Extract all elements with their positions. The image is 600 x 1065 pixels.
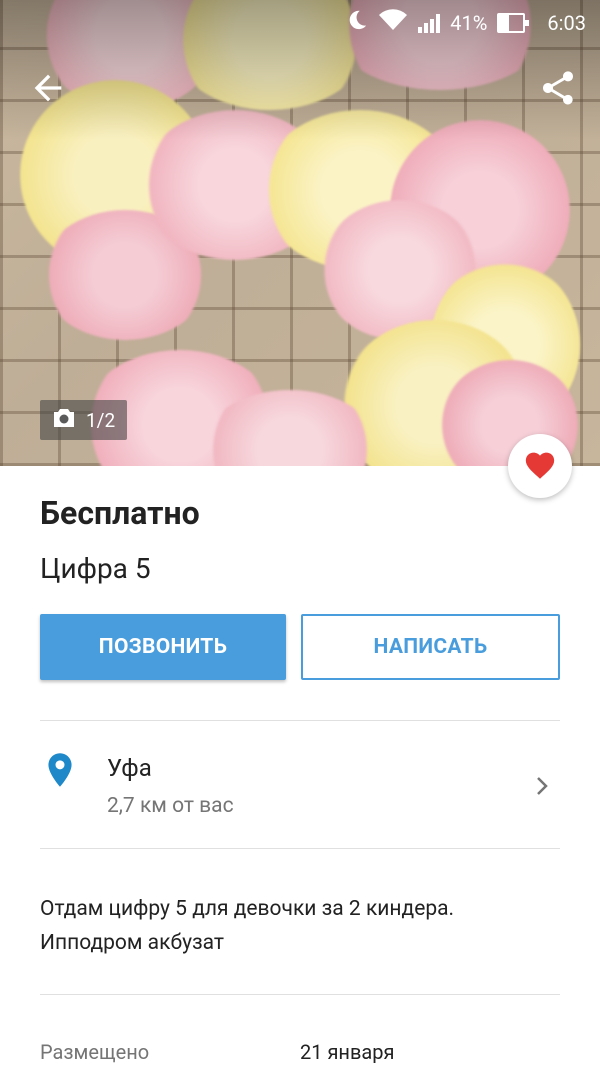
wifi-icon [378, 8, 408, 37]
divider [40, 848, 560, 849]
clock: 6:03 [547, 10, 586, 35]
posted-value: 21 января [300, 1040, 395, 1064]
status-bar: 41% 6:03 [0, 0, 600, 44]
listing-price: Бесплатно [40, 494, 200, 532]
description-line: Отдам цифру 5 для девочки за 2 киндера. [40, 897, 455, 921]
call-button[interactable]: ПОЗВОНИТЬ [40, 614, 286, 680]
listing-description: Отдам цифру 5 для девочки за 2 киндера. … [40, 892, 560, 960]
moon-icon [346, 9, 368, 36]
camera-icon [52, 407, 76, 434]
description-line: Ипподром акбузат [40, 931, 225, 955]
share-icon [538, 71, 578, 112]
share-button[interactable] [538, 68, 578, 108]
back-button[interactable] [28, 68, 68, 108]
location-pin-icon [44, 752, 76, 792]
write-button[interactable]: НАПИСАТЬ [301, 614, 560, 680]
divider [40, 994, 560, 995]
listing-title: Цифра 5 [40, 552, 151, 585]
battery-percent: 41% [450, 10, 488, 35]
divider [40, 720, 560, 721]
battery-icon [497, 12, 530, 33]
listing-photo[interactable] [0, 0, 600, 466]
favorite-button[interactable] [508, 434, 572, 498]
heart-icon [523, 448, 557, 484]
location-distance: 2,7 км от вас [107, 794, 234, 818]
chevron-right-icon [532, 774, 552, 802]
posted-label: Размещено [40, 1040, 150, 1064]
photo-counter: 1/2 [40, 400, 128, 440]
location-city: Уфа [107, 754, 152, 782]
photo-counter-text: 1/2 [86, 408, 116, 432]
signal-icon [418, 13, 441, 33]
back-arrow-icon [28, 74, 68, 112]
